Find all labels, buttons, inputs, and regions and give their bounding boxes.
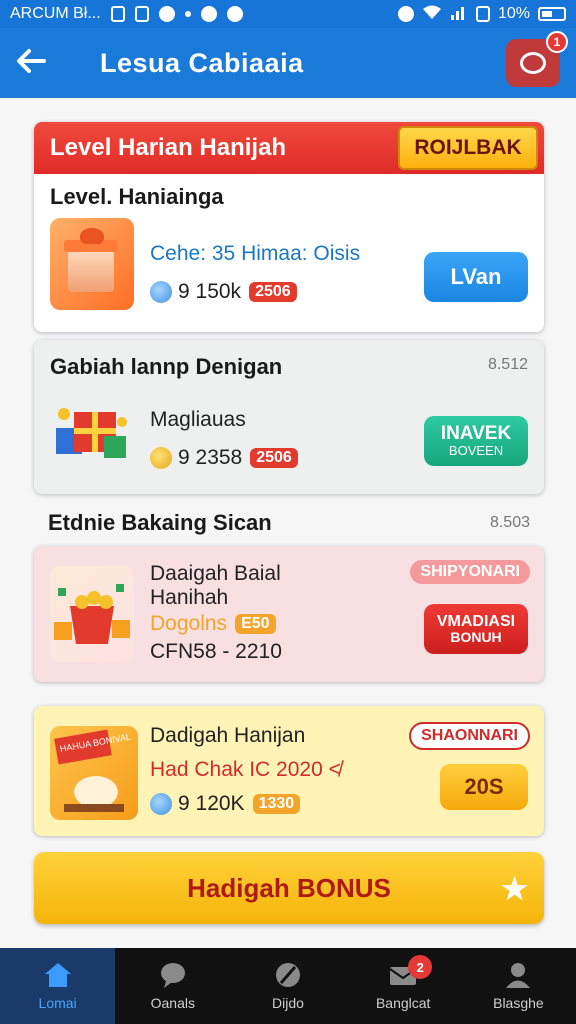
item-name: Magliauas xyxy=(150,408,246,431)
user-icon xyxy=(503,961,533,989)
inbox-badge: 2 xyxy=(408,955,433,979)
header-action-button[interactable]: ROIJLBAK xyxy=(398,126,538,170)
nav-label: Blasghe xyxy=(493,995,544,1011)
nav-home[interactable]: Lomai xyxy=(0,948,116,1024)
star-icon: ★ xyxy=(501,873,528,906)
section-title: Etdnie Bakaing Sican xyxy=(48,510,272,535)
gift-box-icon xyxy=(68,248,114,292)
price-row: 9 120K 1330 xyxy=(150,792,301,816)
item-name-line2: Hanihah xyxy=(150,586,229,609)
yellow-promo-card: HAHUA BONIVAL Dadigah Hanijan Had Chak I… xyxy=(34,706,544,836)
button-label: INAVEK xyxy=(440,423,512,445)
price-value: 9 2358 xyxy=(178,446,243,469)
card-meta: 8.512 xyxy=(487,356,528,373)
gift-card-2: Gabiah lannp Denigan 8.512 Magliauas 9 2… xyxy=(34,340,544,494)
price-tag: 1330 xyxy=(252,794,301,814)
promo-text: Dogolns xyxy=(150,612,228,635)
nav-label: Banglcat xyxy=(375,995,431,1011)
gift-stack-thumbnail xyxy=(50,392,134,470)
compass-icon xyxy=(273,961,303,989)
notification-icon xyxy=(110,6,125,22)
price-tag: 2506 xyxy=(250,448,298,468)
nav-label: Oanals xyxy=(150,995,195,1011)
alarm-icon xyxy=(397,6,414,22)
price-row: 9 150k 2506 xyxy=(150,280,297,304)
content-area: Level Harian Hanijah ROIJLBAK Level. Han… xyxy=(0,98,576,948)
battery-icon xyxy=(538,7,566,21)
bonus-label: Hadigah BONUS xyxy=(187,872,391,903)
price-value: 9 150k xyxy=(178,280,242,303)
nav-inbox[interactable]: 2 Banglcat xyxy=(346,948,461,1024)
price-tag: 2506 xyxy=(249,282,297,302)
limited-pill: SHAONNARI xyxy=(409,722,530,750)
bottom-nav: Lomai Oanals Dijdo 2 Banglcat Blasghe xyxy=(0,948,576,1024)
chat-badge: 1 xyxy=(546,31,568,53)
item-code: CFN58 - 2210 xyxy=(150,640,282,663)
card-subtitle: Level. Haniainga xyxy=(50,184,224,209)
dot-icon xyxy=(184,11,191,17)
chat-bubble-icon xyxy=(520,52,546,74)
item-name: Dadigah Hanijan xyxy=(150,724,306,747)
card-subtitle: Gabiah lannp Denigan xyxy=(50,354,283,379)
section-meta: 8.503 xyxy=(489,514,530,531)
nav-label: Dijdo xyxy=(272,995,304,1011)
price-value: 9 120K xyxy=(178,792,245,815)
claim-button[interactable]: LVan xyxy=(424,252,528,302)
nav-chat[interactable]: Oanals xyxy=(115,948,230,1024)
button-sublabel: BOVEEN xyxy=(448,443,504,459)
promo-row: Dogolns E50 xyxy=(150,612,276,636)
sim-icon xyxy=(475,6,490,22)
nav-label: Lomai xyxy=(38,995,77,1011)
back-arrow-icon[interactable] xyxy=(16,46,66,80)
coin-icon xyxy=(150,793,172,815)
button-label: VMADIASI xyxy=(436,612,516,630)
app-bar: Lesua Cabiaaia 1 xyxy=(0,28,576,98)
record-icon xyxy=(200,6,217,22)
shipping-pill: SHIPYONARI xyxy=(410,560,530,584)
bonus-button[interactable]: Hadigah BONUS ★ xyxy=(34,852,544,924)
carrier-label: ARCUM Bł... xyxy=(10,5,101,22)
image-icon xyxy=(134,6,149,22)
price-row: 9 2358 2506 xyxy=(150,446,298,470)
green-action-button[interactable]: INAVEK BOVEEN xyxy=(424,416,528,466)
red-action-button[interactable]: VMADIASI BONUH xyxy=(424,604,528,654)
daily-level-card: Level Harian Hanijah ROIJLBAK Level. Han… xyxy=(34,122,544,332)
gift-thumbnail xyxy=(50,218,134,310)
coin-icon xyxy=(150,447,172,469)
chat-button[interactable]: 1 xyxy=(506,31,568,87)
signal-icon xyxy=(450,4,468,25)
nav-profile[interactable]: Blasghe xyxy=(461,948,576,1024)
wifi-icon xyxy=(422,4,442,25)
button-sublabel: BONUH xyxy=(450,629,502,646)
battery-percent: 10% xyxy=(497,5,530,22)
sync-icon xyxy=(158,6,175,22)
timer-icon xyxy=(226,6,243,22)
item-name-line1: Daaigah Baial xyxy=(150,562,281,585)
mail-icon: 2 xyxy=(388,955,433,989)
pink-bonus-card: Daaigah Baial Hanihah Dogolns E50 CFN58 … xyxy=(34,546,544,682)
page-title: Lesua Cabiaaia xyxy=(100,47,304,78)
promo-tag: E50 xyxy=(235,614,276,634)
status-bar: ARCUM Bł... 10% xyxy=(0,0,576,28)
item-name: Cehe: 35 Himaa: Oisis xyxy=(150,242,361,265)
promo-text: Had Chak IC 2020 ≮ xyxy=(150,758,341,781)
orange-action-button[interactable]: 20S xyxy=(440,764,528,810)
card-header-title: Level Harian Hanijah xyxy=(50,134,287,161)
home-icon xyxy=(43,961,73,989)
coin-icon xyxy=(150,281,172,303)
gift-bow xyxy=(80,228,104,244)
dumpling-thumbnail: HAHUA BONIVAL xyxy=(50,726,138,820)
nav-explore[interactable]: Dijdo xyxy=(230,948,345,1024)
basket-thumbnail xyxy=(50,566,134,662)
chat-icon xyxy=(158,961,188,989)
